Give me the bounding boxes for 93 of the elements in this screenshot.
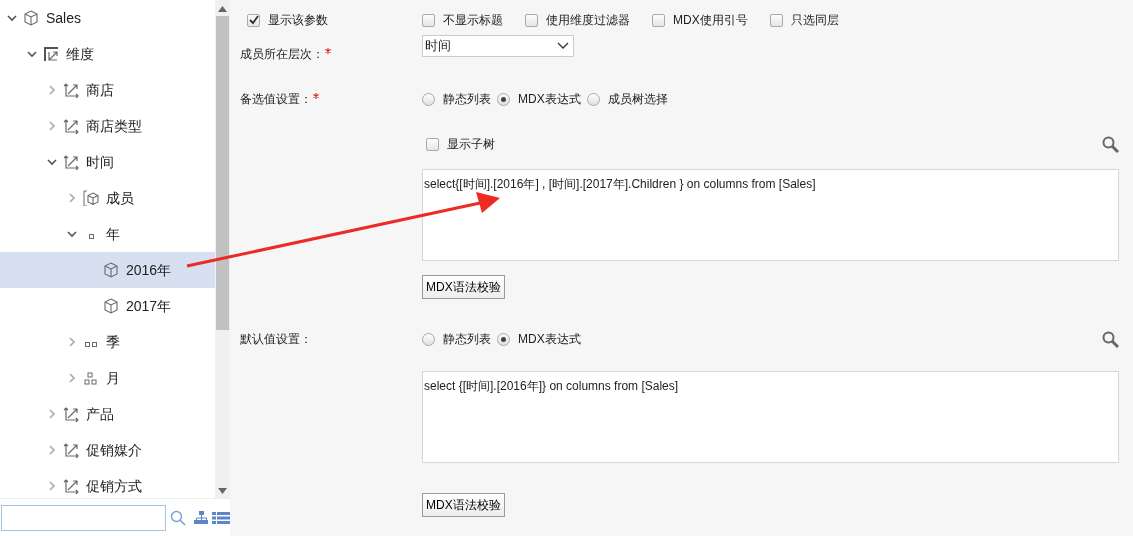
squares-icon (85, 341, 97, 347)
chevron-right-icon[interactable] (67, 373, 77, 383)
validate-button[interactable]: MDX语法校验 (422, 275, 505, 299)
scroll-down-icon[interactable] (218, 488, 227, 494)
radio-button[interactable] (586, 92, 600, 106)
checkbox[interactable] (426, 137, 439, 151)
tree-label: 产品 (86, 404, 114, 424)
caret-icon (557, 42, 569, 50)
search-icon[interactable] (1102, 135, 1119, 153)
checkbox-label: 使用维度过滤器 (546, 12, 630, 29)
search-icon[interactable] (169, 509, 186, 526)
checkbox-label: 不显示标题 (443, 12, 503, 29)
validate-button[interactable]: MDX语法校验 (422, 493, 505, 517)
chevron-right-icon[interactable] (47, 445, 57, 455)
chevron-down-icon[interactable] (7, 13, 17, 23)
tree-item[interactable]: 商店 (0, 72, 215, 108)
field-label: 成员所在层次： (240, 47, 324, 61)
search-icon[interactable] (1102, 330, 1119, 348)
axis-icon (63, 154, 79, 170)
checkbox-label: 显示子树 (447, 136, 495, 153)
tree-item[interactable]: 月 (0, 360, 215, 396)
tree-item[interactable]: 促销方式 (0, 468, 215, 498)
tree-label: 促销媒介 (86, 440, 142, 460)
radio-label: MDX表达式 (518, 91, 581, 108)
tree-item[interactable]: 2017年 (0, 288, 215, 324)
chevron-right-icon[interactable] (47, 409, 57, 419)
chevron-right-icon[interactable] (47, 121, 57, 131)
radio-label: 成员树选择 (607, 91, 668, 108)
tree-item[interactable]: 时间 (0, 144, 215, 180)
tree-label: 2017年 (126, 296, 172, 316)
scroll-up-icon[interactable] (218, 6, 227, 12)
axis-icon (63, 478, 79, 494)
chevron-right-icon[interactable] (47, 85, 57, 95)
chevron-right-icon[interactable] (67, 193, 77, 203)
tree-item[interactable]: 2016年 (0, 252, 215, 288)
checkbox-label: MDX使用引号 (673, 12, 748, 29)
cube-icon (103, 262, 119, 278)
tree-label: 2016年 (126, 260, 172, 280)
tree-item[interactable]: 季 (0, 324, 215, 360)
chevron-down-icon[interactable] (67, 229, 77, 239)
hierarchy-icon[interactable] (193, 511, 209, 524)
cube-icon (23, 10, 39, 26)
tree-label: Sales (46, 8, 82, 28)
radio-button[interactable] (497, 92, 510, 106)
checkbox[interactable] (652, 13, 665, 27)
checkbox[interactable] (525, 13, 538, 27)
expression-textarea[interactable]: select {[时间].[2016年]} on columns from [Sales] (422, 371, 1119, 463)
list-icon[interactable] (212, 511, 230, 524)
tree-item[interactable]: 商店类型 (0, 108, 215, 144)
axis-icon (63, 406, 79, 422)
level-dropdown[interactable]: 时间 (422, 35, 574, 57)
tree-label: 月 (106, 368, 120, 388)
expression-textarea[interactable]: select{[时间].[2016年] , [时间].[2017年].Children } on columns from [Sales] (422, 169, 1119, 261)
radio-button[interactable] (422, 332, 435, 346)
field-label: 备选值设置： (240, 92, 312, 106)
checkbox[interactable] (247, 13, 260, 27)
chevron-down-icon[interactable] (47, 157, 57, 167)
axis-icon (63, 82, 79, 98)
tree-label: 年 (106, 224, 120, 244)
tree-item[interactable]: 促销媒介 (0, 432, 215, 468)
search-field[interactable] (1, 504, 166, 531)
cube-icon (103, 298, 119, 314)
chevron-down-icon[interactable] (27, 49, 37, 59)
tree-label: 时间 (86, 152, 114, 172)
tree-item[interactable]: 产品 (0, 396, 215, 432)
chevron-right-icon[interactable] (47, 481, 57, 491)
tree-label: 商店 (86, 80, 114, 100)
member-cube-icon (83, 190, 99, 206)
tree-item[interactable]: 年 (0, 216, 215, 252)
tree-label: 促销方式 (86, 476, 142, 496)
radio-button[interactable] (422, 92, 435, 106)
tree-label: 商店类型 (86, 116, 142, 136)
axis-icon (63, 442, 79, 458)
checkbox-label: 只选同层 (790, 12, 839, 29)
tree-label: 维度 (66, 44, 94, 64)
checkbox[interactable] (422, 13, 435, 27)
axis-icon (63, 118, 79, 134)
radio-label: 静态列表 (443, 331, 491, 348)
radio-label: 静态列表 (443, 91, 491, 108)
chevron-right-icon[interactable] (67, 337, 77, 347)
tree-item[interactable]: 成员 (0, 180, 215, 216)
checkbox[interactable] (769, 13, 783, 27)
tree-item[interactable]: 维度 (0, 36, 215, 72)
tree-label: 成员 (106, 188, 134, 208)
squares-icon (83, 370, 99, 386)
scrollbar-thumb[interactable] (216, 16, 229, 330)
dimension-icon (43, 46, 59, 62)
checkbox-label: 显示该参数 (268, 12, 328, 29)
tree-item[interactable]: Sales (0, 0, 215, 36)
radio-label: MDX表达式 (518, 331, 581, 348)
tree-label: 季 (106, 332, 120, 352)
radio-button[interactable] (497, 332, 510, 346)
field-label: 默认值设置： (240, 332, 312, 346)
